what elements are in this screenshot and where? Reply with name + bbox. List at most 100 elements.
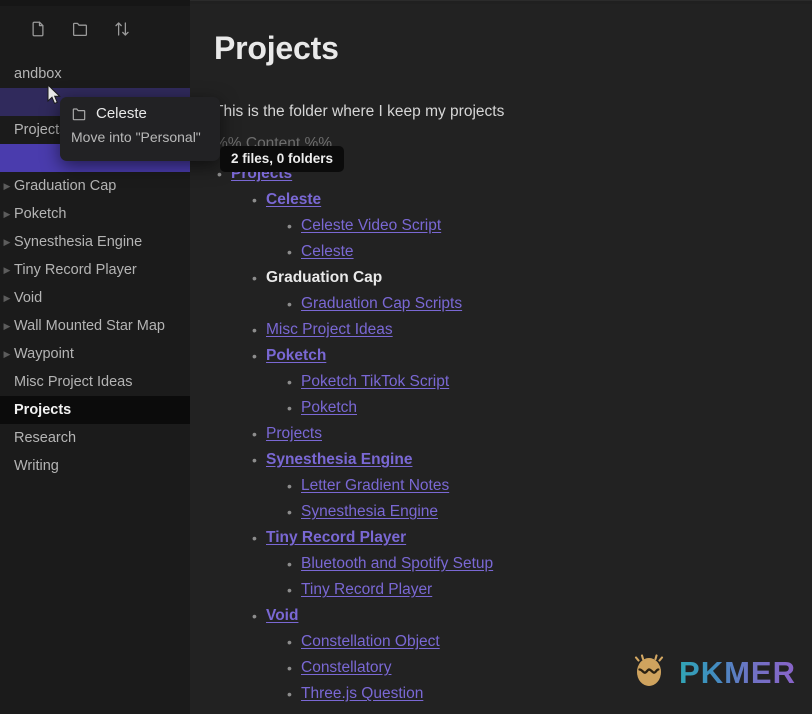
sidebar-item-wall-mounted-star-map[interactable]: ▶ Wall Mounted Star Map: [0, 312, 190, 340]
internal-link[interactable]: Projects: [266, 425, 322, 442]
sidebar-item-misc-project-ideas[interactable]: Misc Project Ideas: [0, 368, 190, 396]
nested-list: • Bluetooth and Spotify Setup • Tiny Record…: [284, 551, 782, 603]
drag-preview-subtitle: Move into "Personal": [71, 129, 201, 145]
sidebar-item-label: Waypoint: [14, 346, 74, 362]
list-item: • Synesthesia Engine • Letter Gradient Note…: [249, 447, 782, 525]
list-item: • Bluetooth and Spotify Setup: [284, 551, 782, 577]
bullet-icon: •: [252, 270, 257, 286]
sidebar-item-research[interactable]: Research: [0, 424, 190, 452]
list-item: • Celeste • Celeste Video Script • Celeste: [249, 187, 782, 265]
chevron-right-icon[interactable]: ▶: [0, 265, 14, 275]
chevron-right-icon[interactable]: ▶: [0, 293, 14, 303]
drag-preview-title-row: Celeste: [71, 105, 209, 122]
drag-preview-tooltip: Celeste Move into "Personal": [60, 97, 220, 161]
internal-link[interactable]: Poketch TikTok Script: [301, 373, 449, 390]
nested-list: • Celeste • Celeste Video Script • Celeste • Gr…: [249, 187, 782, 707]
sort-order-icon[interactable]: [112, 19, 132, 39]
bullet-icon: •: [252, 452, 257, 468]
bullet-icon: •: [252, 608, 257, 624]
list-item: • Projects • Celeste • Celeste Video Script • C…: [214, 161, 782, 707]
internal-link[interactable]: Bluetooth and Spotify Setup: [301, 555, 493, 572]
list-item: • Letter Gradient Notes: [284, 473, 782, 499]
list-item: • Misc Project Ideas: [249, 317, 782, 343]
bullet-icon: •: [287, 400, 292, 416]
list-item: • Synesthesia Engine: [284, 499, 782, 525]
internal-link[interactable]: Celeste Video Script: [301, 217, 441, 234]
internal-link[interactable]: Synesthesia Engine: [266, 451, 412, 468]
list-item: • Poketch TikTok Script: [284, 369, 782, 395]
bullet-icon: •: [287, 556, 292, 572]
nested-list: • Letter Gradient Notes • Synesthesia Engin…: [284, 473, 782, 525]
sidebar-item-label: Void: [14, 290, 43, 306]
chevron-right-icon[interactable]: ▶: [0, 209, 14, 219]
bullet-icon: •: [252, 192, 257, 208]
bullet-icon: •: [252, 322, 257, 338]
drag-preview-title: Celeste: [96, 105, 147, 122]
internal-link[interactable]: Constellation Object: [301, 633, 440, 650]
bullet-icon: •: [287, 374, 292, 390]
internal-link[interactable]: Three.js Question: [301, 685, 423, 702]
internal-link[interactable]: Void: [266, 607, 298, 624]
sidebar-item-label: Projects: [14, 402, 72, 418]
sidebar-item-label: Wall Mounted Star Map: [14, 318, 165, 334]
bullet-icon: •: [287, 660, 292, 676]
sidebar-item-label: Tiny Record Player: [14, 262, 137, 278]
internal-link[interactable]: Poketch: [301, 399, 357, 416]
chevron-right-icon[interactable]: ▶: [0, 349, 14, 359]
sidebar-item-label: Synesthesia Engine: [14, 234, 143, 250]
list-item: • Tiny Record Player: [284, 577, 782, 603]
file-explorer-toolbar: [0, 6, 190, 52]
bullet-icon: •: [287, 218, 292, 234]
sidebar-item-void[interactable]: ▶ Void: [0, 284, 190, 312]
chevron-right-icon[interactable]: ▶: [0, 237, 14, 247]
internal-link[interactable]: Letter Gradient Notes: [301, 477, 449, 494]
internal-link[interactable]: Constellatory: [301, 659, 391, 676]
bullet-icon: •: [287, 504, 292, 520]
sidebar-item-label: Misc Project Ideas: [14, 374, 133, 390]
sidebar-item-waypoint[interactable]: ▶ Waypoint: [0, 340, 190, 368]
note-content: Projects This is the folder where I keep…: [190, 4, 812, 707]
sidebar-item-label: Writing: [14, 458, 59, 474]
sidebar-item-graduation-cap[interactable]: ▶ Graduation Cap: [0, 172, 190, 200]
list-item: • Poketch: [284, 395, 782, 421]
nested-list: • Celeste Video Script • Celeste: [284, 213, 782, 265]
sidebar-item-label: Graduation Cap: [14, 178, 117, 194]
chevron-right-icon[interactable]: ▶: [0, 321, 14, 331]
sidebar-item-label: andbox: [14, 66, 62, 82]
chevron-right-icon[interactable]: ▶: [0, 181, 14, 191]
sidebar-item-label: Projects: [14, 122, 67, 138]
bullet-icon: •: [287, 296, 292, 312]
internal-link[interactable]: Tiny Record Player: [266, 529, 406, 546]
internal-link[interactable]: Graduation Cap Scripts: [301, 295, 462, 312]
sidebar-item-label: Research: [14, 430, 77, 446]
sidebar-item-label: Poketch: [14, 206, 67, 222]
bullet-icon: •: [287, 478, 292, 494]
new-note-icon[interactable]: [28, 19, 48, 39]
bullet-icon: •: [252, 530, 257, 546]
internal-link[interactable]: Tiny Record Player: [301, 581, 432, 598]
sidebar-item-writing[interactable]: Writing: [0, 452, 190, 480]
app-window: andboxPersonalProjects▶Celeste▶Graduatio…: [0, 0, 812, 714]
sidebar-item-projects[interactable]: Projects: [0, 396, 190, 424]
pkmer-logo-icon: [628, 649, 670, 696]
new-folder-icon[interactable]: [70, 19, 90, 39]
internal-link[interactable]: Poketch: [266, 347, 326, 364]
internal-link[interactable]: Celeste: [301, 243, 354, 260]
file-count-tooltip: 2 files, 0 folders: [220, 146, 345, 172]
sidebar-item-tiny-record-player[interactable]: ▶ Tiny Record Player: [0, 256, 190, 284]
bullet-icon: •: [252, 348, 257, 364]
bullet-icon: •: [287, 244, 292, 260]
note-editor-pane: Projects This is the folder where I keep…: [190, 4, 812, 714]
page-title: Projects: [214, 30, 339, 66]
bullet-icon: •: [252, 426, 257, 442]
internal-link[interactable]: Celeste: [266, 191, 321, 208]
internal-link[interactable]: Misc Project Ideas: [266, 321, 393, 338]
pkmer-watermark: PKMER: [628, 649, 796, 696]
internal-link[interactable]: Synesthesia Engine: [301, 503, 438, 520]
sidebar-item-poketch[interactable]: ▶ Poketch: [0, 200, 190, 228]
sidebar-item-andbox[interactable]: andbox: [0, 60, 190, 88]
list-item: • Projects: [249, 421, 782, 447]
list-item: • Celeste: [284, 239, 782, 265]
nested-list: • Graduation Cap Scripts: [284, 291, 782, 317]
sidebar-item-synesthesia-engine[interactable]: ▶ Synesthesia Engine: [0, 228, 190, 256]
